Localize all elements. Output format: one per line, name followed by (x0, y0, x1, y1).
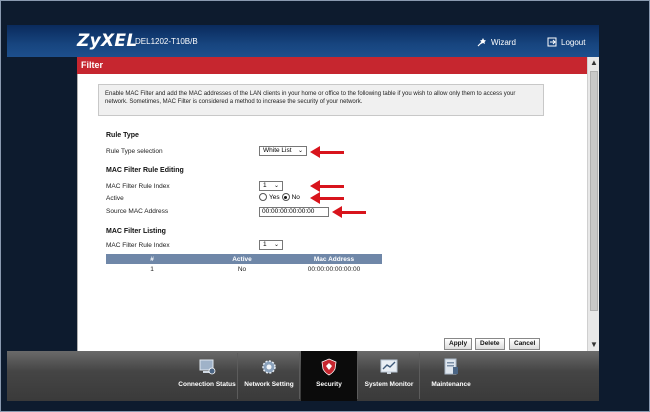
maintenance-icon (444, 358, 458, 375)
listing-index-label: MAC Filter Rule Index (106, 242, 170, 249)
annotation-arrow (310, 180, 344, 192)
window-frame: ZyXEL DEL1202-T10B/B Wizard Logout Filte… (0, 0, 650, 412)
source-mac-input[interactable]: 00:00:00:00:00:00 (259, 207, 329, 217)
vertical-scrollbar[interactable]: ▲ ▼ (587, 57, 599, 351)
rule-index-select[interactable]: 1 ⌄ (259, 181, 283, 191)
wizard-link[interactable]: Wizard (477, 37, 516, 47)
active-no-radio[interactable] (281, 193, 290, 201)
annotation-arrow (310, 192, 344, 204)
nav-divider (357, 353, 358, 399)
network-setting-icon (262, 360, 276, 374)
nav-label: Security (316, 381, 342, 388)
annotation-arrow (332, 206, 366, 218)
security-shield-icon (321, 358, 337, 376)
nav-label: Maintenance (431, 381, 471, 388)
wizard-label: Wizard (491, 37, 516, 47)
active-label: Active (106, 195, 124, 202)
top-header: ZyXEL DEL1202-T10B/B Wizard Logout (7, 25, 599, 57)
active-radio-group: Yes No (259, 193, 300, 201)
apply-button[interactable]: Apply (444, 338, 473, 350)
table-row[interactable]: 1 No 00:00:00:00:00:00 (106, 264, 382, 274)
nav-maintenance[interactable]: Maintenance (421, 351, 481, 401)
nav-divider (419, 353, 420, 399)
active-yes-label: Yes (269, 193, 280, 201)
nav-label: System Monitor (364, 381, 414, 388)
table-header-row: # Active Mac Address (106, 254, 382, 264)
cancel-button[interactable]: Cancel (509, 338, 541, 350)
chevron-down-icon: ⌄ (297, 148, 303, 154)
annotation-arrow (310, 146, 344, 158)
rule-type-select-value: White List (263, 147, 292, 154)
rule-editing-heading: MAC Filter Rule Editing (106, 167, 184, 174)
listing-index-select[interactable]: 1 ⌄ (259, 240, 283, 250)
active-no-label: No (291, 193, 300, 201)
wizard-icon (477, 38, 486, 47)
router-admin-screen: ZyXEL DEL1202-T10B/B Wizard Logout Filte… (0, 0, 650, 412)
table-cell: No (237, 265, 247, 273)
bottom-navigation: Connection Status Network Setting Securi… (7, 351, 599, 401)
arrow-shaft (318, 197, 344, 200)
logout-link[interactable]: Logout (547, 37, 585, 47)
chevron-down-icon: ⌄ (273, 183, 279, 189)
brand-logo: ZyXEL (77, 31, 138, 51)
nav-label: Network Setting (244, 381, 294, 388)
listing-heading: MAC Filter Listing (106, 228, 166, 235)
arrow-shaft (340, 211, 366, 214)
scroll-thumb[interactable] (590, 71, 598, 311)
chevron-down-icon: ⌄ (273, 242, 279, 248)
scroll-up-icon[interactable]: ▲ (588, 57, 600, 69)
logout-icon (547, 37, 557, 47)
column-header: # (106, 254, 198, 264)
rule-index-label: MAC Filter Rule Index (106, 183, 170, 190)
delete-button[interactable]: Delete (475, 338, 505, 350)
active-yes-radio[interactable] (259, 193, 267, 201)
page-title: Filter (77, 57, 587, 74)
scroll-down-icon[interactable]: ▼ (588, 339, 600, 351)
system-monitor-icon (380, 359, 398, 374)
column-header: Active (198, 254, 286, 264)
model-name: DEL1202-T10B/B (135, 37, 198, 46)
nav-system-monitor[interactable]: System Monitor (359, 351, 419, 401)
rule-type-select[interactable]: White List ⌄ (259, 146, 307, 156)
nav-label: Connection Status (178, 381, 236, 388)
mac-filter-table: # Active Mac Address 1 No 00:00:00:00:00… (106, 254, 382, 274)
column-header: Mac Address (286, 254, 382, 264)
logout-label: Logout (561, 37, 586, 47)
nav-divider (299, 353, 300, 399)
rule-index-value: 1 (263, 182, 267, 189)
nav-divider (237, 353, 238, 399)
connection-status-icon (199, 359, 216, 375)
filter-content: Enable MAC Filter and add the MAC addres… (77, 74, 587, 351)
table-cell: 00:00:00:00:00:00 (307, 265, 361, 273)
nav-network-setting[interactable]: Network Setting (239, 351, 299, 401)
table-cell: 1 (150, 265, 154, 273)
nav-connection-status[interactable]: Connection Status (177, 351, 237, 401)
rule-type-selection-label: Rule Type selection (106, 148, 163, 155)
source-mac-label: Source MAC Address (106, 208, 169, 215)
rule-type-heading: Rule Type (106, 132, 139, 139)
description-box: Enable MAC Filter and add the MAC addres… (98, 84, 544, 116)
arrow-shaft (318, 185, 344, 188)
nav-security[interactable]: Security (301, 351, 357, 401)
arrow-shaft (318, 151, 344, 154)
listing-index-value: 1 (263, 241, 267, 248)
